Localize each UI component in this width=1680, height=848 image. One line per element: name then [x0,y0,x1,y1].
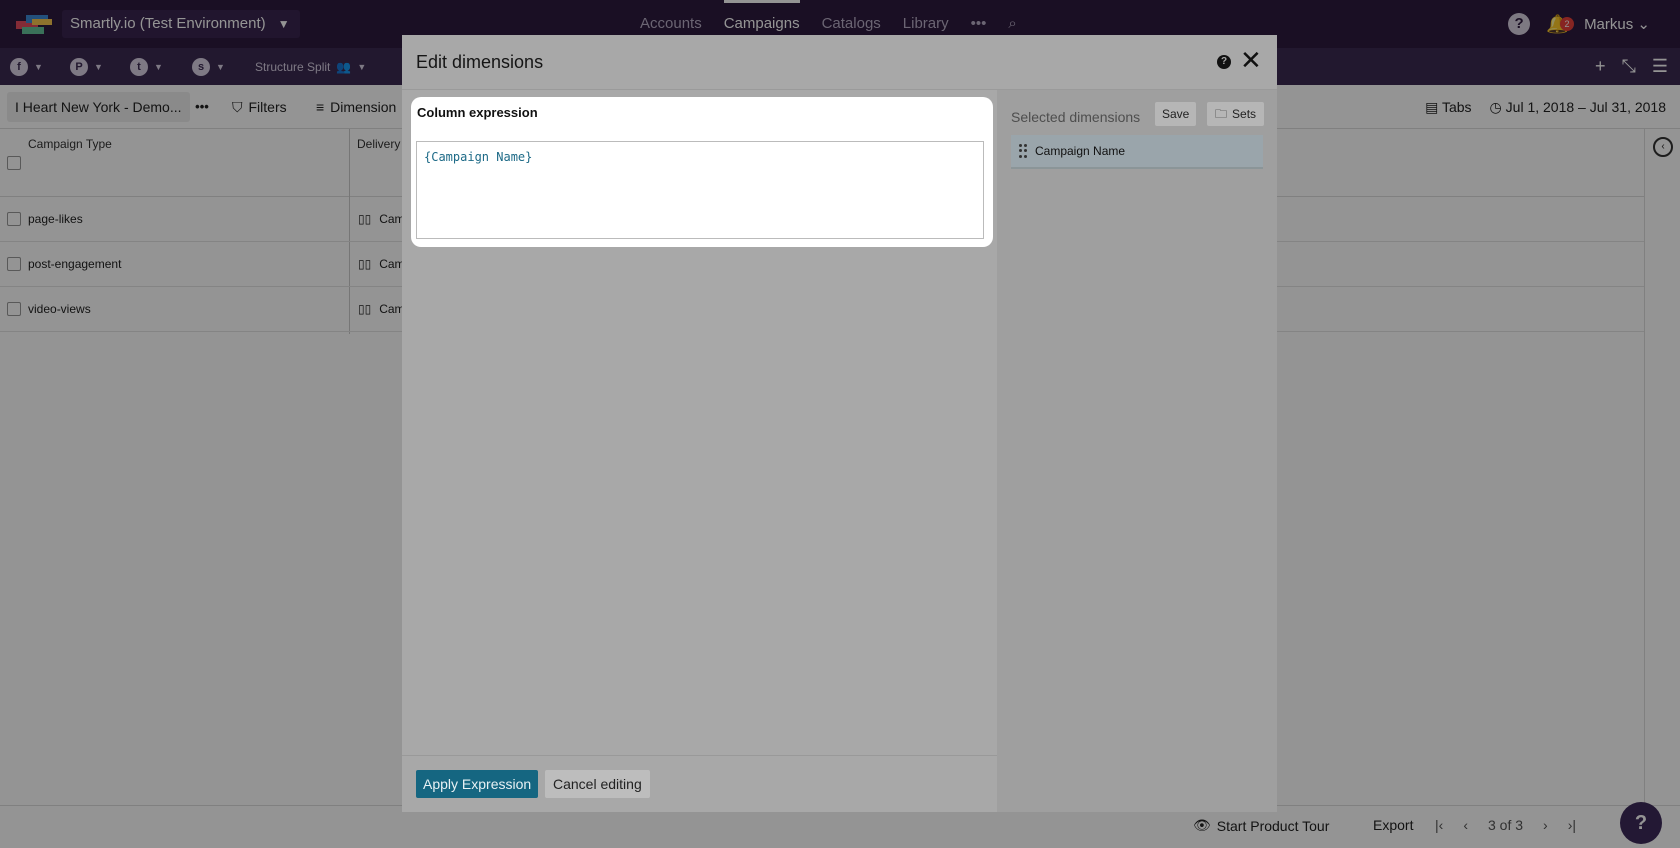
save-button[interactable]: Save [1155,102,1197,126]
selected-dimension-item[interactable]: Campaign Name [1011,135,1263,169]
edit-dimensions-dialog: Edit dimensions ? ✕ Column expression {C… [402,35,1277,812]
close-icon[interactable]: ✕ [1240,47,1262,73]
cancel-editing-button[interactable]: Cancel editing [545,770,650,798]
apply-expression-button[interactable]: Apply Expression [416,770,539,798]
sets-label: Sets [1232,107,1257,121]
selected-dimensions-title: Selected dimensions [1011,109,1141,125]
selected-dimensions-pane: Selected dimensions Save 🗀 Sets Campaign… [997,90,1277,812]
dimension-label: Campaign Name [1035,144,1126,158]
drag-handle-icon[interactable] [1019,144,1027,158]
folder-icon: 🗀 [1215,107,1228,121]
sets-button[interactable]: 🗀 Sets [1207,102,1265,126]
dialog-title: Edit dimensions [416,52,544,72]
expression-editor[interactable]: {Campaign Name} [416,141,984,239]
dialog-header: Edit dimensions ? ✕ [402,35,1277,90]
expression-text: {Campaign Name} [424,150,533,164]
help-icon[interactable]: ? [1217,55,1231,69]
column-expression-card: Column expression {Campaign Name} [411,97,993,247]
column-expression-label: Column expression [417,105,538,120]
